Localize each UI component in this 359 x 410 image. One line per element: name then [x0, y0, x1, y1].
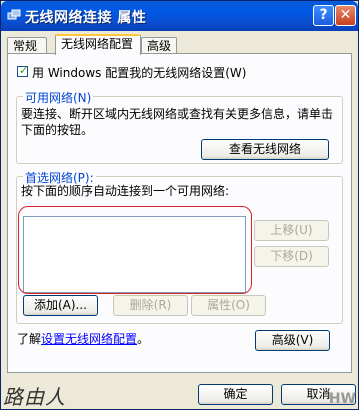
close-button[interactable]: ✕ [335, 5, 356, 26]
add-button[interactable]: 添加(A)... [23, 295, 98, 316]
learn-suffix: 。 [137, 332, 150, 346]
use-windows-checkbox[interactable]: ✓ [17, 64, 29, 77]
use-windows-label[interactable]: 用 Windows 配置我的无线网络设置(W) [32, 64, 246, 81]
properties-dialog: 无线网络连接 属性 ? ✕ 常规 无线网络配置 高级 ✓ 用 Windows 配… [0, 0, 359, 410]
watermark-logo: 路由人 [3, 385, 66, 409]
tab-advanced[interactable]: 高级 [141, 37, 177, 54]
learn-prefix: 了解 [17, 332, 42, 346]
wireless-config-panel: ✓ 用 Windows 配置我的无线网络设置(W) 可用网络(N) 要连接、断开… [7, 53, 352, 373]
watermark-corner: HW [328, 391, 356, 407]
learn-more-text: 了解设置无线网络配置。 [17, 330, 149, 347]
network-icon [7, 9, 21, 20]
tab-general[interactable]: 常规 [7, 37, 47, 54]
window-title: 无线网络连接 属性 [25, 10, 147, 26]
move-down-button[interactable]: 下移(D) [254, 246, 329, 267]
remove-button[interactable]: 删除(R) [113, 295, 188, 316]
preferred-networks-description: 按下面的顺序自动连接到一个可用网络: [21, 184, 230, 198]
learn-more-link[interactable]: 设置无线网络配置 [41, 332, 137, 346]
tab-wireless-config[interactable]: 无线网络配置 [55, 34, 141, 55]
available-networks-title: 可用网络(N) [23, 89, 94, 106]
available-networks-group: 可用网络(N) 要连接、断开区域内无线网络或查找有关更多信息，请单击下面的按钮。… [16, 89, 343, 164]
title-bar[interactable]: 无线网络连接 属性 ? ✕ [1, 1, 358, 31]
advanced-button[interactable]: 高级(V) [255, 330, 330, 351]
move-up-button[interactable]: 上移(U) [254, 220, 329, 241]
available-networks-description: 要连接、断开区域内无线网络或查找有关更多信息，请单击下面的按钮。 [21, 107, 334, 137]
help-button[interactable]: ? [313, 5, 334, 26]
ok-button[interactable]: 确定 [198, 384, 273, 405]
properties-button[interactable]: 属性(O) [191, 295, 266, 316]
checkmark-icon: ✓ [19, 64, 29, 77]
highlight-annotation [18, 206, 252, 294]
view-wireless-networks-button[interactable]: 查看无线网络 [201, 139, 329, 160]
